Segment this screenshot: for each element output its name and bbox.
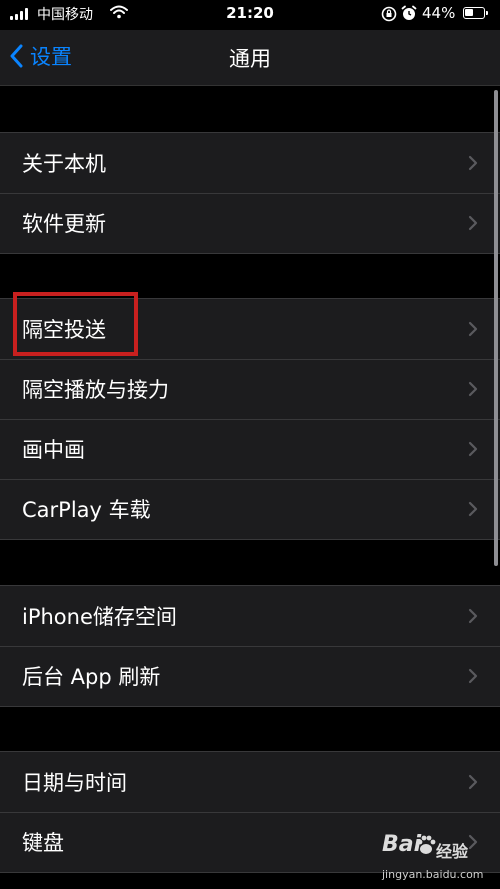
orientation-lock-icon	[381, 6, 397, 22]
row-label: 隔空播放与接力	[22, 378, 169, 402]
settings-row-picture-in-picture[interactable]: 画中画	[0, 419, 500, 479]
settings-row-software-update[interactable]: 软件更新	[0, 193, 500, 253]
watermark-url: jingyan.baidu.com	[382, 868, 484, 881]
chevron-right-icon	[468, 668, 478, 684]
row-label: 后台 App 刷新	[22, 665, 161, 689]
row-label: iPhone储存空间	[22, 605, 177, 629]
chevron-right-icon	[468, 441, 478, 457]
navigation-bar: 设置 通用	[0, 30, 500, 86]
battery-icon	[463, 7, 488, 19]
alarm-icon	[401, 5, 417, 20]
highlight-box-airdrop	[13, 292, 138, 356]
chevron-right-icon	[468, 501, 478, 517]
settings-row-iphone-storage[interactable]: iPhone储存空间	[0, 586, 500, 646]
baidu-jingyan-watermark: Bai 经验 jingyan.baidu.com	[354, 828, 500, 889]
chevron-right-icon	[468, 155, 478, 171]
scroll-indicator	[494, 90, 498, 566]
chevron-right-icon	[468, 774, 478, 790]
status-bar: 中国移动 21:20 44%	[0, 0, 500, 30]
page-title: 通用	[229, 47, 271, 71]
battery-percent: 44%	[422, 4, 456, 22]
settings-group-about: 关于本机 软件更新	[0, 132, 500, 254]
settings-group-storage: iPhone储存空间 后台 App 刷新	[0, 585, 500, 707]
settings-row-carplay[interactable]: CarPlay 车载	[0, 479, 500, 539]
chevron-right-icon	[468, 215, 478, 231]
settings-row-date-time[interactable]: 日期与时间	[0, 752, 500, 812]
row-label: 日期与时间	[22, 771, 127, 795]
row-label: CarPlay 车载	[22, 498, 151, 522]
paw-icon	[417, 835, 436, 854]
chevron-right-icon	[468, 321, 478, 337]
settings-row-about[interactable]: 关于本机	[0, 133, 500, 193]
settings-row-background-app-refresh[interactable]: 后台 App 刷新	[0, 646, 500, 706]
row-label: 画中画	[22, 438, 85, 462]
watermark-jingyan: 经验	[436, 842, 469, 861]
chevron-right-icon	[468, 608, 478, 624]
row-label: 关于本机	[22, 152, 106, 176]
settings-row-airplay-handoff[interactable]: 隔空播放与接力	[0, 359, 500, 419]
chevron-right-icon	[468, 381, 478, 397]
row-label: 键盘	[22, 831, 64, 855]
row-label: 软件更新	[22, 212, 106, 236]
